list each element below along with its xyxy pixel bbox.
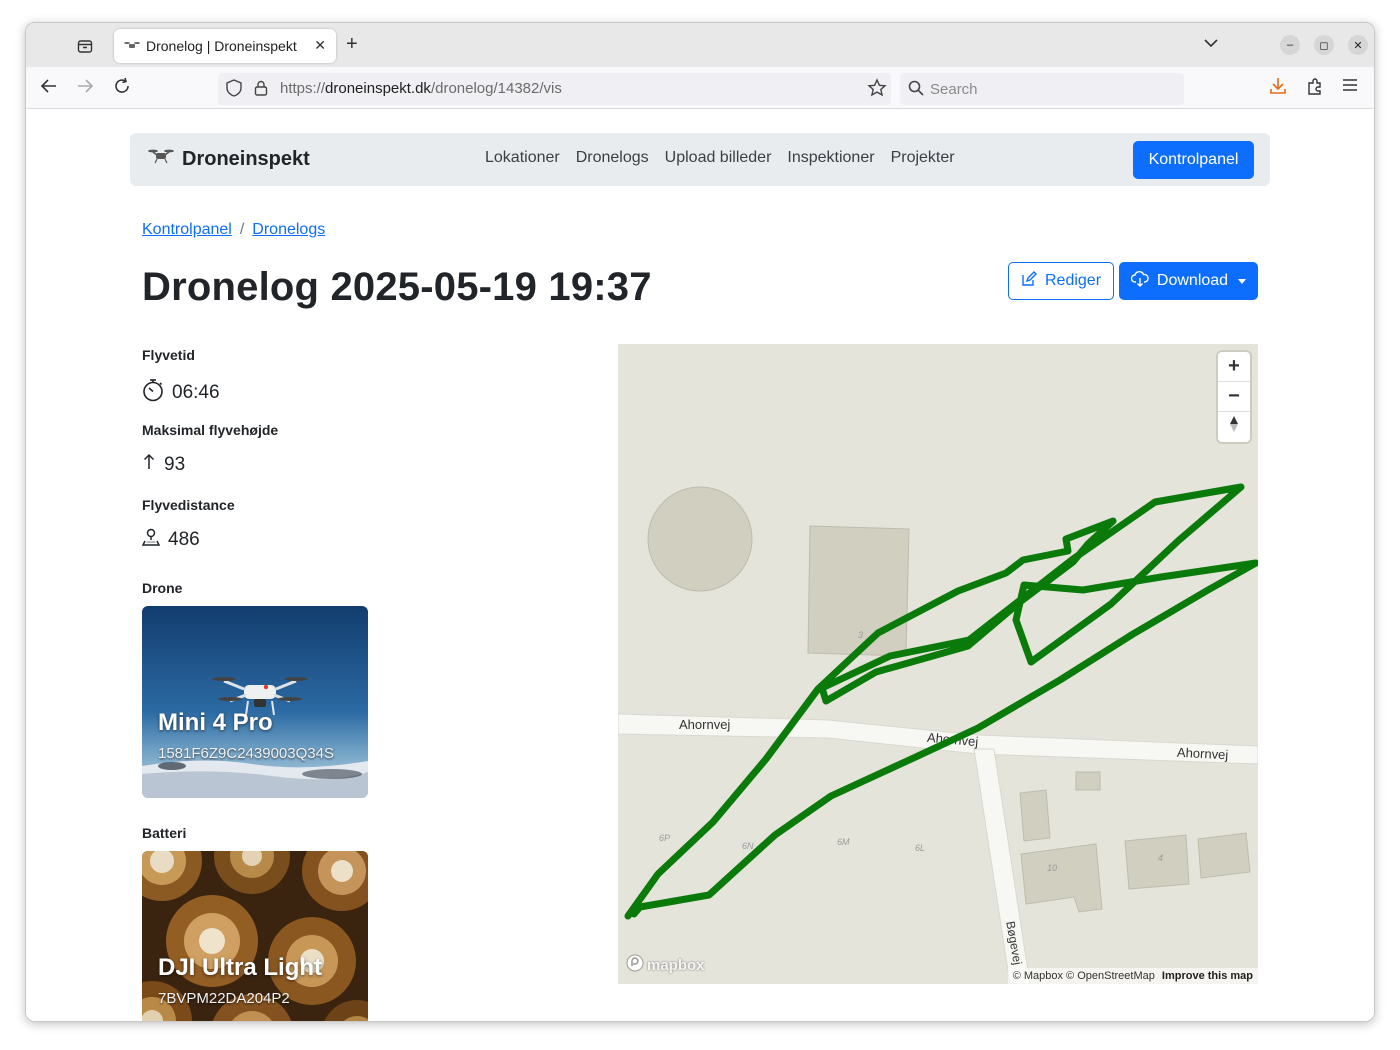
stat-flyvetid: 06:46 — [142, 378, 220, 408]
map-attribution: © Mapbox © OpenStreetMap Improve this ma… — [1007, 968, 1258, 984]
mapbox-logo-icon — [626, 954, 644, 976]
tab-active[interactable]: Dronelog | Droneinspekt ✕ — [114, 29, 336, 63]
drone-name: Mini 4 Pro — [158, 709, 273, 736]
compass-icon — [1229, 415, 1239, 439]
flight-path — [624, 483, 1258, 920]
nav-inspektioner[interactable]: Inspektioner — [787, 149, 874, 167]
battery-section-label: Batteri — [142, 825, 187, 841]
attribution-text[interactable]: © Mapbox © OpenStreetMap — [1013, 970, 1155, 982]
nav-dronelogs[interactable]: Dronelogs — [576, 149, 649, 167]
desktop: Dronelog | Droneinspekt ✕ + – ◻ ✕ https:… — [0, 0, 1400, 1050]
battery-name: DJI Ultra Light — [158, 954, 323, 981]
breadcrumb-dronelogs[interactable]: Dronelogs — [252, 221, 325, 239]
edit-button[interactable]: Rediger — [1008, 262, 1114, 300]
reload-icon[interactable] — [113, 77, 131, 100]
nav-lokationer[interactable]: Lokationer — [485, 149, 560, 167]
maximize-icon[interactable]: ◻ — [1314, 35, 1334, 55]
minimize-icon[interactable]: – — [1280, 35, 1300, 55]
search-icon — [908, 80, 924, 101]
back-icon[interactable] — [40, 77, 58, 100]
page-content: Droneinspekt Lokationer Dronelogs Upload… — [26, 109, 1374, 1021]
stat-label-flyvedistance: Flyvedistance — [142, 497, 235, 513]
tab-strip: Dronelog | Droneinspekt ✕ + – ◻ ✕ — [26, 23, 1374, 67]
flight-map[interactable]: Ahornvej Ahornvej Ahornvej Bøgevej 3 6P … — [618, 344, 1258, 984]
download-dropdown-button[interactable]: Download — [1119, 262, 1258, 300]
tab-close-icon[interactable]: ✕ — [314, 37, 326, 54]
forward-icon[interactable] — [76, 77, 94, 100]
drone-photo — [142, 606, 368, 798]
person-pin-icon — [141, 528, 161, 552]
stopwatch-icon — [142, 378, 164, 408]
tracking-shield-icon[interactable] — [226, 79, 242, 102]
url-bar[interactable]: https://droneinspekt.dk/dronelog/14382/v… — [218, 73, 891, 105]
nav-projekter[interactable]: Projekter — [891, 149, 955, 167]
mapbox-logo[interactable]: mapbox — [626, 954, 705, 976]
lock-icon[interactable] — [254, 80, 268, 101]
drone-section-label: Drone — [142, 580, 183, 596]
stat-max-hojde: 93 — [142, 453, 185, 477]
arrow-up-icon — [142, 453, 156, 477]
search-placeholder: Search — [930, 81, 978, 98]
edit-label: Rediger — [1044, 272, 1102, 289]
breadcrumb-separator: / — [239, 221, 245, 238]
extensions-icon[interactable] — [1306, 77, 1324, 100]
drone-serial: 1581F6Z9C2439003Q34S — [158, 745, 334, 762]
edit-icon — [1021, 270, 1037, 292]
bookmark-star-icon[interactable] — [867, 78, 887, 103]
site-navbar: Droneinspekt Lokationer Dronelogs Upload… — [130, 133, 1270, 186]
new-tab-icon[interactable]: + — [346, 33, 358, 56]
brand[interactable]: Droneinspekt — [148, 147, 310, 171]
page-title: Dronelog 2025-05-19 19:37 — [142, 265, 652, 309]
zoom-out-button[interactable]: − — [1218, 382, 1250, 412]
mapbox-logo-text: mapbox — [647, 956, 705, 974]
browser-window: Dronelog | Droneinspekt ✕ + – ◻ ✕ https:… — [25, 22, 1375, 1022]
battery-serial: 7BVPM22DA204P2 — [158, 990, 290, 1007]
download-label: Download — [1156, 272, 1229, 289]
tab-overview-icon[interactable] — [74, 35, 96, 57]
zoom-in-button[interactable]: + — [1218, 352, 1250, 382]
battery-card[interactable]: DJI Ultra Light 7BVPM22DA204P2 — [142, 851, 368, 1021]
menu-hamburger-icon[interactable] — [1342, 77, 1358, 98]
cloud-download-icon — [1130, 270, 1149, 292]
improve-map-link[interactable]: Improve this map — [1162, 970, 1253, 982]
breadcrumb-kontrolpanel[interactable]: Kontrolpanel — [142, 221, 232, 239]
window-close-icon[interactable]: ✕ — [1348, 35, 1368, 55]
stat-flyvedistance: 486 — [141, 528, 200, 552]
flight-path-overlay — [624, 483, 1258, 920]
tab-list-chevron-icon[interactable] — [1204, 35, 1218, 51]
drone-logo-icon — [148, 147, 174, 171]
drone-card[interactable]: Mini 4 Pro 1581F6Z9C2439003Q34S — [142, 606, 368, 798]
stat-value-flyvetid: 06:46 — [172, 382, 220, 403]
breadcrumb: Kontrolpanel / Dronelogs — [142, 221, 325, 239]
dropdown-caret-icon — [1238, 278, 1247, 284]
site-nav-links: Lokationer Dronelogs Upload billeder Ins… — [485, 149, 955, 167]
stat-label-max-hojde: Maksimal flyvehøjde — [142, 422, 279, 438]
nav-upload-billeder[interactable]: Upload billeder — [665, 149, 772, 167]
stat-value-max-hojde: 93 — [164, 454, 186, 475]
stat-label-flyvetid: Flyvetid — [142, 347, 195, 363]
stat-value-flyvedistance: 486 — [168, 529, 200, 550]
brand-name: Droneinspekt — [182, 147, 310, 170]
downloads-icon[interactable] — [1269, 77, 1287, 100]
url-text: https://droneinspekt.dk/dronelog/14382/v… — [280, 80, 562, 97]
map-controls: + − — [1218, 352, 1250, 442]
drone-favicon-icon — [124, 38, 140, 54]
tab-title: Dronelog | Droneinspekt — [146, 38, 297, 54]
compass-reset-button[interactable] — [1218, 412, 1250, 442]
search-bar[interactable]: Search — [900, 73, 1184, 105]
browser-toolbar: https://droneinspekt.dk/dronelog/14382/v… — [26, 67, 1374, 109]
kontrolpanel-button[interactable]: Kontrolpanel — [1133, 141, 1254, 179]
